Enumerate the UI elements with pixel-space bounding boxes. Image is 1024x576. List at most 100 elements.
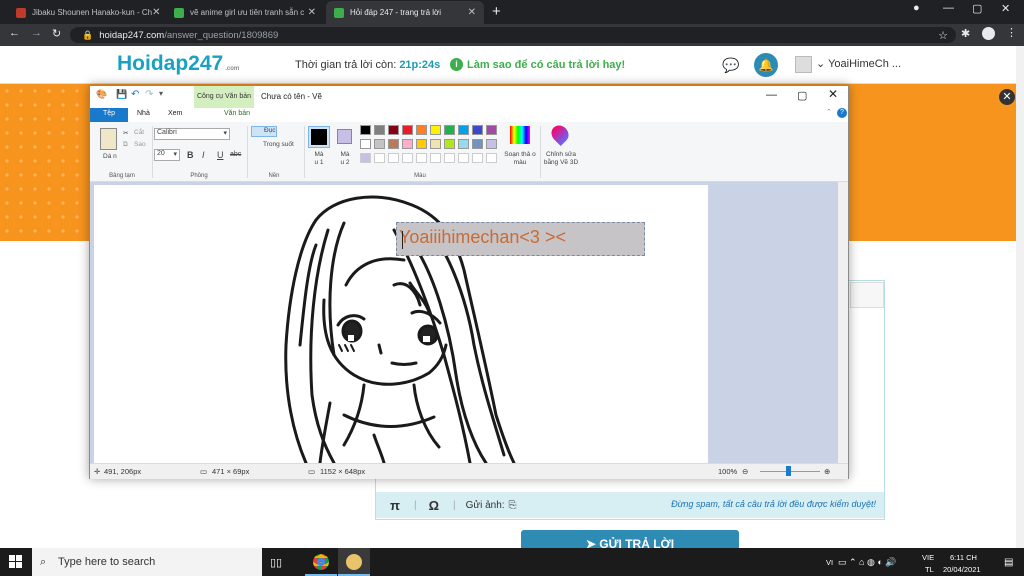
user-menu[interactable]: ⌄ YoaiHimeCh ...	[816, 57, 901, 70]
pi-button[interactable]: π	[390, 498, 400, 513]
palette-swatch-empty[interactable]	[486, 153, 497, 163]
underline-button[interactable]: U	[217, 150, 224, 160]
vi-input-indicator[interactable]: VI	[826, 558, 833, 567]
maximize-button[interactable]: ▢	[972, 2, 982, 15]
close-tab-icon[interactable]: ✕	[308, 7, 316, 18]
palette-swatch-empty[interactable]	[416, 153, 427, 163]
windows-start-icon[interactable]	[9, 555, 22, 568]
undo-icon[interactable]: ↶	[131, 89, 139, 100]
color1-button[interactable]	[308, 126, 330, 148]
font-size-select[interactable]: 20 ▾	[154, 149, 180, 161]
palette-swatch-empty[interactable]	[458, 153, 469, 163]
minimize-button[interactable]: —	[943, 2, 954, 14]
clock-date[interactable]: 20/04/2021	[943, 565, 981, 574]
site-logo[interactable]: Hoidap247 .com	[117, 52, 239, 76]
palette-swatch[interactable]	[472, 139, 483, 149]
paste-button[interactable]: Dá n	[103, 153, 117, 161]
page-scrollbar[interactable]	[1016, 46, 1024, 548]
text-box[interactable]: Yoaiiihimechan<3 ><	[396, 222, 645, 256]
profile-icon[interactable]	[982, 27, 995, 40]
cut-button[interactable]: Cắt	[134, 129, 144, 136]
menu-icon[interactable]: ⋮	[1006, 26, 1017, 39]
palette-swatch[interactable]	[374, 125, 385, 135]
palette-swatch[interactable]	[402, 139, 413, 149]
paint-close-button[interactable]: ✕	[828, 87, 838, 101]
tab-search-icon[interactable]: ●	[913, 2, 920, 14]
paperclip-icon[interactable]: ⎘	[509, 500, 517, 511]
palette-swatch[interactable]	[388, 125, 399, 135]
tab-view[interactable]: Xem	[168, 110, 182, 117]
bold-button[interactable]: B	[187, 150, 194, 160]
palette-swatch[interactable]	[360, 125, 371, 135]
palette-swatch[interactable]	[388, 139, 399, 149]
palette-swatch[interactable]	[444, 139, 455, 149]
extensions-icon[interactable]: ✱	[961, 27, 970, 40]
language-indicator[interactable]: VIE	[922, 553, 934, 562]
palette-swatch[interactable]	[444, 125, 455, 135]
zoom-in-icon[interactable]: ⊕	[824, 467, 830, 476]
help-icon[interactable]: ?	[837, 108, 847, 118]
chat-icon[interactable]: 💬	[722, 57, 739, 74]
palette-swatch[interactable]	[458, 125, 469, 135]
browser-tab[interactable]: vẽ anime girl ưu tiên tranh sẵn c ✕	[166, 1, 324, 24]
new-tab-button[interactable]: +	[492, 3, 501, 20]
reload-icon[interactable]: ↻	[52, 27, 61, 40]
palette-swatch[interactable]	[360, 139, 371, 149]
browser-tab[interactable]: Jibaku Shounen Hanako-kun - Ch ✕	[8, 1, 166, 24]
paint3d-icon[interactable]	[547, 121, 573, 147]
palette-swatch-empty[interactable]	[360, 153, 371, 163]
copy-button[interactable]: Sao	[134, 141, 146, 148]
tab-text[interactable]: Văn bản	[224, 110, 250, 117]
palette-swatch[interactable]	[486, 139, 497, 149]
palette-swatch-empty[interactable]	[430, 153, 441, 163]
bell-icon[interactable]: 🔔	[754, 53, 778, 77]
taskbar-chrome[interactable]	[305, 548, 337, 576]
omega-button[interactable]: Ω	[429, 498, 439, 513]
palette-swatch[interactable]	[458, 139, 469, 149]
canvas-scrollbar[interactable]	[838, 182, 848, 463]
palette-swatch-empty[interactable]	[374, 153, 385, 163]
italic-button[interactable]: I	[202, 150, 205, 160]
redo-icon[interactable]: ↷	[145, 89, 153, 100]
color2-button[interactable]	[337, 129, 352, 144]
palette-swatch[interactable]	[416, 125, 427, 135]
banner-close-icon[interactable]: ✕	[999, 89, 1015, 105]
taskbar-search-box[interactable]: ⌕ Type here to search	[32, 548, 262, 576]
strikethrough-button[interactable]: abc	[230, 151, 241, 158]
back-icon[interactable]: ←	[9, 27, 20, 39]
palette-swatch[interactable]	[374, 139, 385, 149]
paint-minimize-button[interactable]: —	[766, 89, 777, 101]
palette-swatch-empty[interactable]	[444, 153, 455, 163]
quick-access-chevron-icon[interactable]: ▾	[159, 89, 163, 98]
submit-answer-button[interactable]: ➤ GỬI TRẢ LỜI	[521, 530, 739, 550]
opaque-button[interactable]: Đục	[251, 126, 277, 137]
notification-icon[interactable]: ▤	[1004, 557, 1013, 568]
avatar[interactable]	[795, 56, 812, 73]
palette-swatch-empty[interactable]	[402, 153, 413, 163]
save-icon[interactable]: 💾	[116, 89, 127, 100]
howto-link[interactable]: i Làm sao để có câu trả lời hay!	[450, 58, 625, 71]
paint-maximize-button[interactable]: ▢	[797, 89, 807, 102]
ribbon-collapse-icon[interactable]: ⌃	[826, 108, 832, 116]
task-view-icon[interactable]: ▯▯	[270, 556, 282, 569]
bookmark-star-icon[interactable]: ☆	[938, 29, 948, 42]
palette-swatch[interactable]	[416, 139, 427, 149]
clock-time[interactable]: 6:11 CH	[950, 553, 977, 562]
font-family-select[interactable]: Calibri ▾	[154, 128, 230, 140]
forward-icon[interactable]: →	[31, 27, 42, 39]
palette-swatch[interactable]	[430, 125, 441, 135]
tray-icons[interactable]: ▭ ⌃ ⌂ ◍ ◐ 🔊	[838, 557, 896, 568]
close-tab-icon[interactable]: ✕	[468, 7, 476, 18]
palette-swatch-empty[interactable]	[388, 153, 399, 163]
browser-tab-active[interactable]: Hỏi đáp 247 - trang trả lời ✕	[326, 1, 484, 24]
taskbar-paint[interactable]	[338, 548, 370, 576]
palette-swatch[interactable]	[402, 125, 413, 135]
close-tab-icon[interactable]: ✕	[152, 7, 160, 18]
zoom-out-icon[interactable]: ⊖	[742, 467, 748, 476]
palette-swatch[interactable]	[486, 125, 497, 135]
url-field[interactable]: 🔒 hoidap247.com/answer_question/1809869 …	[70, 27, 956, 43]
transparent-button[interactable]: Trong suốt	[263, 141, 294, 148]
tab-home[interactable]: Nhà	[137, 110, 150, 117]
drawing-canvas[interactable]: Yoaiiihimechan<3 ><	[94, 185, 708, 463]
edit-colors-icon[interactable]	[510, 126, 530, 144]
